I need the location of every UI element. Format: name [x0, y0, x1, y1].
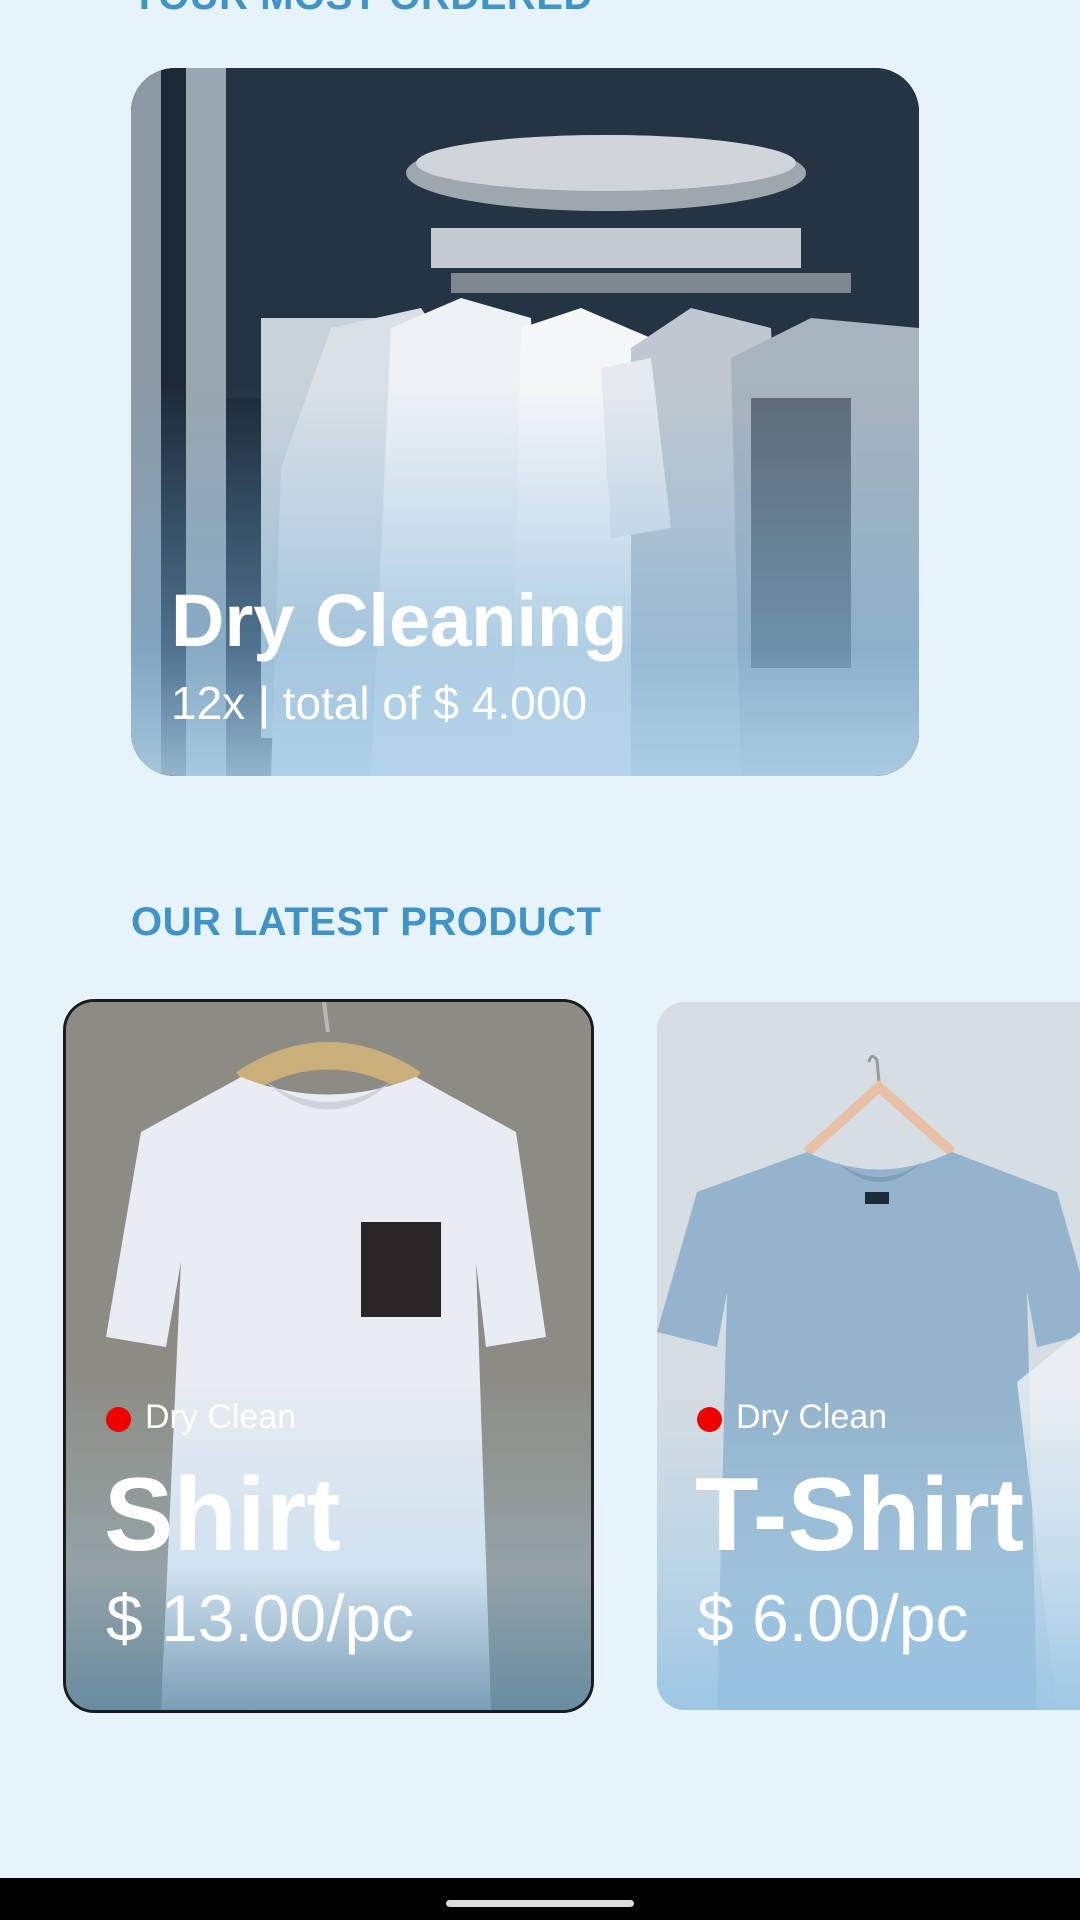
product-name: Shirt	[104, 1457, 341, 1573]
most-ordered-item-name: Dry Cleaning	[171, 579, 628, 662]
product-price: $ 13.00/pc	[106, 1581, 415, 1655]
product-tag: Dry Clean	[697, 1398, 887, 1437]
product-card-shirt[interactable]: Dry Clean Shirt $ 13.00/pc	[66, 1002, 591, 1710]
product-card-tshirt[interactable]: Dry Clean T-Shirt $ 6.00/pc	[657, 1002, 1080, 1710]
product-tag-label: Dry Clean	[736, 1398, 888, 1436]
product-tag-label: Dry Clean	[145, 1398, 297, 1436]
most-ordered-item-summary: 12x | total of $ 4.000	[171, 677, 588, 729]
product-tag: Dry Clean	[106, 1398, 296, 1437]
product-price: $ 6.00/pc	[697, 1581, 969, 1655]
latest-product-section-title: OUR LATEST PRODUCT	[131, 900, 602, 944]
most-ordered-card[interactable]: Dry Cleaning 12x | total of $ 4.000	[131, 68, 919, 776]
most-ordered-section-title: YOUR MOST ORDERED	[131, 0, 593, 19]
home-gesture-handle[interactable]	[446, 1900, 634, 1907]
product-name: T-Shirt	[695, 1457, 1025, 1573]
card-gradient-overlay	[131, 68, 919, 776]
status-dot-icon	[697, 1407, 722, 1432]
system-navigation-bar	[0, 1878, 1080, 1920]
status-dot-icon	[106, 1407, 131, 1432]
